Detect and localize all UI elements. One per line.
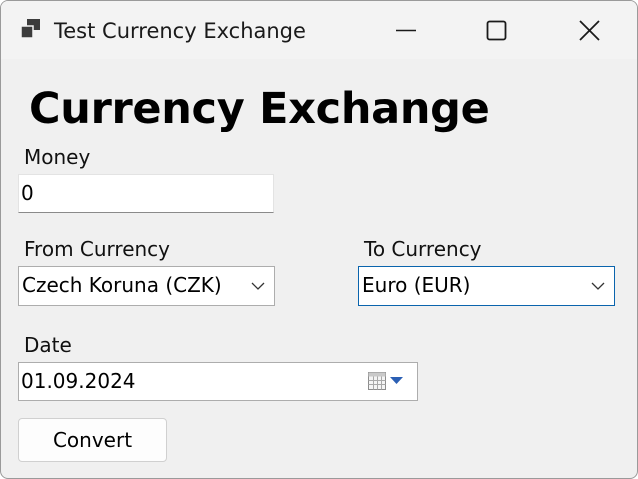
money-input[interactable]: 0 [18, 174, 274, 213]
app-icon [20, 19, 40, 39]
page-title: Currency Exchange [29, 84, 490, 134]
chevron-down-icon [591, 282, 605, 290]
close-button[interactable] [544, 1, 636, 59]
to-currency-label: To Currency [364, 237, 482, 261]
maximize-icon [486, 20, 507, 41]
convert-button-label: Convert [52, 428, 133, 452]
date-picker[interactable]: 01.09.2024 [18, 362, 418, 401]
from-currency-value: Czech Koruna (CZK) [22, 273, 222, 297]
from-currency-label: From Currency [24, 237, 171, 261]
close-icon [579, 20, 600, 41]
minimize-icon [396, 29, 416, 32]
chevron-down-icon [251, 282, 265, 290]
title-bar[interactable]: Test Currency Exchange [1, 1, 637, 59]
convert-button[interactable]: Convert [18, 418, 167, 462]
to-currency-select[interactable]: Euro (EUR) [358, 266, 615, 306]
app-window: Test Currency Exchange Currency Exchange… [0, 0, 638, 479]
maximize-button[interactable] [452, 1, 544, 59]
money-value: 0 [21, 181, 34, 205]
to-currency-value: Euro (EUR) [362, 273, 471, 297]
date-label: Date [24, 333, 72, 357]
from-currency-select[interactable]: Czech Koruna (CZK) [18, 266, 275, 306]
window-title: Test Currency Exchange [54, 19, 306, 43]
money-label: Money [24, 145, 91, 169]
calendar-icon[interactable] [367, 371, 409, 393]
date-value: 01.09.2024 [21, 369, 136, 393]
minimize-button[interactable] [360, 1, 452, 59]
